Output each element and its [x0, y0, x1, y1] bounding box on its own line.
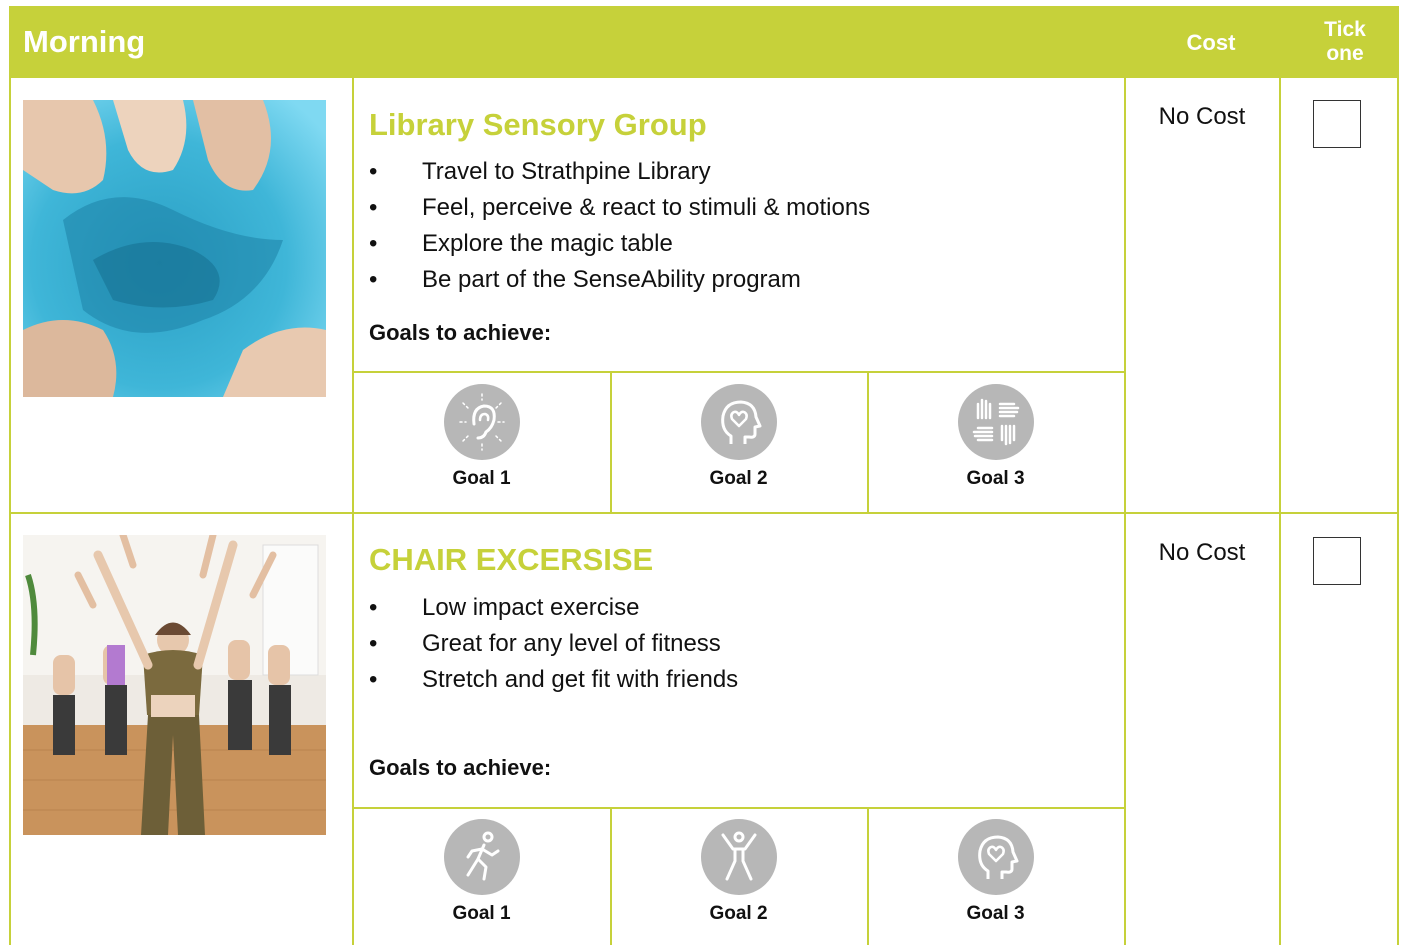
activity-title: Library Sensory Group	[369, 107, 707, 142]
cost-value: No Cost	[1158, 539, 1246, 566]
goals-label: Goals to achieve:	[369, 320, 552, 345]
list-item: Feel, perceive & react to stimuli & moti…	[369, 190, 870, 226]
row-divider	[9, 512, 1399, 514]
goal-label: Goal 1	[452, 903, 511, 924]
activity-title: CHAIR EXCERSISE	[369, 542, 654, 577]
activity-bullets: Travel to Strathpine Library Feel, perce…	[369, 154, 870, 298]
goals-row-divider-1	[352, 371, 1125, 373]
goal-cell: Goal 1	[353, 384, 610, 490]
list-item: Great for any level of fitness	[369, 626, 738, 662]
head-heart-icon	[700, 384, 777, 460]
running-person-icon	[443, 819, 520, 895]
chair-exercise-photo	[23, 535, 326, 835]
goals-row-divider-2	[352, 807, 1125, 809]
goal-cell: Goal 1	[353, 819, 610, 925]
kinetic-sand-photo	[23, 100, 326, 397]
goal-cell: Goal 3	[867, 819, 1124, 925]
cost-column-header: Cost	[1186, 30, 1236, 55]
goal-label: Goal 2	[709, 903, 768, 924]
section-title: Morning	[23, 24, 146, 59]
goal-label: Goal 2	[709, 468, 768, 489]
goal-label: Goal 3	[966, 468, 1025, 489]
hands-teamwork-icon	[957, 384, 1034, 460]
list-item: Explore the magic table	[369, 226, 870, 262]
list-item: Stretch and get fit with friends	[369, 662, 738, 698]
cost-value: No Cost	[1158, 103, 1246, 130]
schedule-header: Morning Cost Tick one	[9, 6, 1399, 78]
goal-cell: Goal 2	[610, 384, 867, 490]
list-item: Low impact exercise	[369, 590, 738, 626]
tick-checkbox[interactable]	[1313, 100, 1361, 148]
hearing-icon	[443, 384, 520, 460]
tick-column-header: Tick one	[1324, 18, 1366, 65]
goals-label: Goals to achieve:	[369, 755, 552, 780]
tick-checkbox[interactable]	[1313, 537, 1361, 585]
activity-bullets: Low impact exercise Great for any level …	[369, 590, 738, 698]
head-heart-icon	[957, 819, 1034, 895]
goal-label: Goal 1	[452, 468, 511, 489]
goal-label: Goal 3	[966, 903, 1025, 924]
jumping-person-icon	[700, 819, 777, 895]
goal-cell: Goal 3	[867, 384, 1124, 490]
list-item: Travel to Strathpine Library	[369, 154, 870, 190]
goal-cell: Goal 2	[610, 819, 867, 925]
list-item: Be part of the SenseAbility program	[369, 262, 870, 298]
